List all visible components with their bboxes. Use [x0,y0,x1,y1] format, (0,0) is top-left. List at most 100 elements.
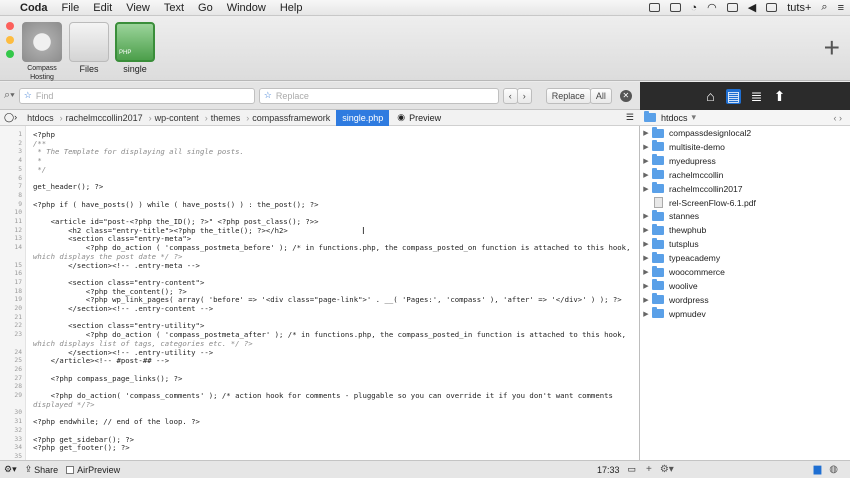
disclosure-triangle-icon[interactable]: ▶ [640,268,652,276]
disclosure-triangle-icon[interactable]: ▶ [640,296,652,304]
crumb-theme[interactable]: compassframework [246,110,339,126]
cursor-position[interactable]: 17:33 [597,465,620,475]
tree-item[interactable]: ▶ typeacademy [640,251,850,265]
tree-item[interactable]: ▶ woocommerce [640,265,850,279]
tree-item[interactable]: ▶ myedupress [640,154,850,168]
tree-item[interactable]: ▶ compassdesignlocal2 [640,126,850,140]
code-line[interactable]: <section class="entry-meta"> [33,234,191,243]
code-line[interactable]: </section><!-- .entry-meta --> [33,261,200,270]
menu-edit[interactable]: Edit [93,2,112,14]
code-line[interactable]: which displays the post date */ ?> [33,252,182,261]
code-line[interactable]: * The Template for displaying all single… [33,147,243,156]
site-files[interactable]: Files [67,22,111,74]
symbols-icon[interactable]: ☰ [626,112,640,123]
code-line[interactable]: <?php get_footer(); ?> [33,443,130,452]
disclosure-triangle-icon[interactable]: ▶ [640,129,652,137]
close-window-button[interactable] [6,22,14,30]
tree-item[interactable]: ▶ woolive [640,279,850,293]
user-name[interactable]: tuts+ [787,2,811,14]
crumb-htdocs[interactable]: htdocs [21,110,62,126]
disclosure-triangle-icon[interactable]: ▶ [640,185,652,193]
home-icon[interactable]: ⌂ [703,88,718,104]
zoom-window-button[interactable] [6,50,14,58]
menu-window[interactable]: Window [227,2,266,14]
code-line[interactable]: <section class="entry-content"> [33,278,204,287]
nav-arrows[interactable]: ‹ › [834,113,850,123]
code-line[interactable]: /** [33,139,46,148]
dropbox-icon[interactable] [648,3,660,12]
tree-item[interactable]: rel-ScreenFlow-6.1.pdf [640,196,850,210]
code-line[interactable]: <?php do_action( 'compass_comments' ); /… [33,391,613,400]
disclosure-triangle-icon[interactable]: ▶ [640,282,652,290]
menu-file[interactable]: File [62,2,80,14]
crumb-themes[interactable]: themes [205,110,249,126]
disclosure-triangle-icon[interactable]: ▶ [640,171,652,179]
replace-input[interactable]: ☆ Replace [258,87,499,104]
page-icon[interactable]: ▭ [627,464,636,475]
code-line[interactable]: <?php do_action ( 'compass_postmeta_afte… [33,330,626,339]
code-line[interactable]: <?php endwhile; // end of the loop. ?> [33,417,200,426]
share-button[interactable]: Share [34,465,58,475]
find-input[interactable]: ☆ Find [18,87,255,104]
disclosure-triangle-icon[interactable]: ▶ [640,226,652,234]
disclosure-triangle-icon[interactable]: ▶ [640,310,652,318]
code-line[interactable]: <article id="post-<?php the_ID(); ?>" <?… [33,217,319,226]
site-single[interactable]: PHP single [113,22,157,74]
crumb-site[interactable]: rachelmccollin2017 [60,110,152,126]
add-tab-icon[interactable]: + [824,34,840,62]
code-line[interactable]: displayed */?> [33,400,95,409]
disclosure-triangle-icon[interactable]: ▶ [640,143,652,151]
disclosure-triangle-icon[interactable]: ▶ [640,212,652,220]
code-line[interactable]: <?php [33,130,55,139]
minimize-window-button[interactable] [6,36,14,44]
code-editor[interactable]: 1 2 3 4 5 6 7 8 9 10 11 12 13 14 15 16 17 18 19 20 21 22 23 24 2… [0,126,640,460]
replace-all-button[interactable]: All [589,87,612,104]
code-line[interactable]: <?php compass_page_links(); ?> [33,374,183,383]
airplay-icon[interactable] [726,3,738,12]
code-line[interactable]: get_header(); ?> [33,182,103,191]
preview-button[interactable]: Preview [409,113,441,123]
code-line[interactable]: <?php do_action ( 'compass_postmeta_befo… [33,243,631,252]
spotlight-icon[interactable]: ⌕ [821,1,827,14]
tree-item[interactable]: ▶ stannes [640,209,850,223]
add-icon[interactable]: + [646,464,652,475]
find-previous-button[interactable]: ‹ [502,87,518,104]
code-line[interactable]: * [33,156,41,165]
search-icon[interactable]: ⌕▾ [4,89,15,102]
code-line[interactable]: </section><!-- .entry-utility --> [33,348,213,357]
find-next-button[interactable]: › [516,87,532,104]
share-icon[interactable]: ⇪ [25,464,33,475]
code-line[interactable]: which displays list of tags, categories … [33,339,253,348]
sidebar-path[interactable]: htdocs [661,113,688,123]
code-line[interactable]: <h2 class="entry-title"><?php the_title(… [33,226,288,235]
menu-go[interactable]: Go [198,2,213,14]
menu-text[interactable]: Text [164,2,184,14]
menu-help[interactable]: Help [280,2,303,14]
battery-icon[interactable] [766,3,778,12]
eye-icon[interactable]: ◉ [397,112,405,123]
tree-item[interactable]: ▶ wpmudev [640,307,850,321]
notification-center-icon[interactable]: ≡ [838,2,844,14]
globe-icon[interactable]: ◍ [829,464,838,475]
tree-item[interactable]: ▶ rachelmccollin [640,168,850,182]
code-line[interactable]: <?php the_content(); ?> [33,287,187,296]
site-compass-hosting[interactable]: Compass Hosting [20,22,64,82]
code-line[interactable]: </article><!-- #post-## --> [33,356,170,365]
wifi-icon[interactable]: ◠ [707,1,717,14]
menu-app-name[interactable]: Coda [20,2,48,14]
disclosure-triangle-icon[interactable]: ▶ [640,240,652,248]
chevron-down-icon[interactable]: ▾ [692,112,697,123]
nav-icon[interactable]: ◯› [0,112,21,123]
disclosure-triangle-icon[interactable]: ▶ [640,157,652,165]
tree-item[interactable]: ▶ rachelmccollin2017 [640,182,850,196]
tree-item[interactable]: ▶ wordpress [640,293,850,307]
crumb-wp-content[interactable]: wp-content [149,110,208,126]
close-find-icon[interactable]: ✕ [619,89,632,102]
menu-view[interactable]: View [126,2,150,14]
code-line[interactable]: <section class="entry-utility"> [33,321,204,330]
tree-item[interactable]: ▶ multisite-demo [640,140,850,154]
clips-icon[interactable]: ≣ [749,88,764,104]
publish-icon[interactable]: ⬆ [772,88,787,104]
code-line[interactable]: <?php get_sidebar(); ?> [33,435,134,444]
crumb-current-file[interactable]: single.php [336,109,390,126]
